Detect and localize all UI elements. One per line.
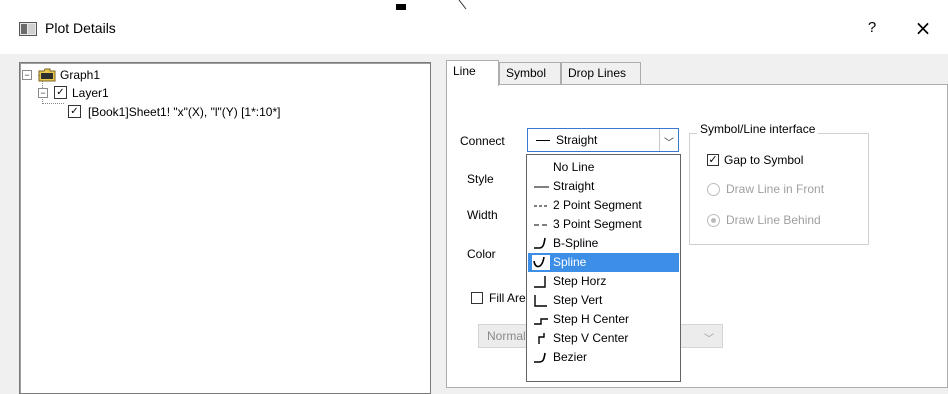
- collapse-icon[interactable]: −: [22, 70, 32, 80]
- gap-to-symbol-checkbox[interactable]: ✓: [707, 154, 719, 166]
- draw-in-front-radio[interactable]: [707, 183, 720, 196]
- option-no-line[interactable]: No Line: [528, 158, 679, 177]
- close-button[interactable]: ×: [910, 16, 936, 40]
- option-b-spline[interactable]: B-Spline: [528, 234, 679, 253]
- option-straight[interactable]: Straight: [528, 177, 679, 196]
- connect-dropdown-list[interactable]: No Line Straight 2 Point Segment 3 Point…: [526, 154, 681, 382]
- plot-details-app-icon: [19, 22, 37, 36]
- option-2-point-segment[interactable]: 2 Point Segment: [528, 196, 679, 215]
- option-label: Step H Center: [553, 312, 630, 326]
- fill-area-checkbox[interactable]: [471, 292, 483, 304]
- gap-to-symbol-label: Gap to Symbol: [724, 153, 804, 167]
- plot-tree[interactable]: − Graph1 − ✓ Layer1 ✓ [Book1]Sheet1! "x"…: [19, 62, 431, 394]
- option-label: Step V Center: [553, 331, 629, 345]
- step-h-center-icon: [534, 318, 548, 325]
- draw-in-front-label: Draw Line in Front: [726, 182, 825, 196]
- option-label: Straight: [553, 179, 595, 193]
- option-step-vert[interactable]: Step Vert: [528, 291, 679, 310]
- connect-select[interactable]: Straight ﹀: [527, 128, 679, 152]
- step-horz-icon: [534, 276, 546, 288]
- fill-mode-value: Normal: [487, 329, 526, 343]
- fill-area-label: Fill Are: [489, 291, 526, 305]
- connect-label: Connect: [460, 134, 505, 148]
- option-step-h-center[interactable]: Step H Center: [528, 310, 679, 329]
- option-step-horz[interactable]: Step Horz: [528, 272, 679, 291]
- connect-select-value: Straight: [556, 133, 598, 147]
- title-bar: [0, 10, 948, 54]
- background-window-strip: [0, 0, 948, 10]
- b-spline-icon: [534, 237, 546, 249]
- tab-line[interactable]: Line: [446, 60, 499, 86]
- tab-drop-lines[interactable]: Drop Lines: [561, 62, 641, 84]
- spline-icon: [532, 255, 550, 270]
- straight-line-icon: [536, 140, 550, 141]
- step-v-center-icon: [538, 333, 545, 344]
- plot-checkbox[interactable]: ✓: [68, 105, 81, 118]
- help-button[interactable]: ?: [860, 16, 884, 40]
- tree-item-graph[interactable]: − Graph1: [20, 67, 420, 83]
- option-bezier[interactable]: Bezier: [528, 348, 679, 367]
- option-label: Spline: [553, 255, 587, 269]
- step-vert-icon: [534, 295, 547, 307]
- option-label: Step Horz: [553, 274, 607, 288]
- style-label: Style: [467, 172, 494, 186]
- tree-label-graph: Graph1: [60, 68, 101, 82]
- option-3-point-segment[interactable]: 3 Point Segment: [528, 215, 679, 234]
- dashed-line-icon: [534, 205, 549, 207]
- group-title: Symbol/Line interface: [697, 121, 819, 137]
- draw-behind-radio[interactable]: [707, 214, 720, 227]
- option-label: B-Spline: [553, 236, 599, 250]
- tree-item-plot[interactable]: ✓ [Book1]Sheet1! "x"(X), "l"(Y) [1*:10*]: [20, 104, 420, 120]
- window-title: Plot Details: [45, 20, 116, 36]
- chevron-down-icon: ﹀: [704, 334, 714, 345]
- tab-symbol[interactable]: Symbol: [499, 62, 561, 84]
- option-label: Step Vert: [553, 293, 603, 307]
- tree-label-plot: [Book1]Sheet1! "x"(X), "l"(Y) [1*:10*]: [88, 105, 281, 119]
- chevron-down-icon: ﹀: [664, 138, 674, 149]
- option-step-v-center[interactable]: Step V Center: [528, 329, 679, 348]
- folder-icon: [38, 68, 56, 82]
- option-label: Bezier: [553, 350, 588, 364]
- tree-label-layer: Layer1: [72, 86, 109, 100]
- option-label: 3 Point Segment: [553, 217, 642, 231]
- bezier-icon: [534, 352, 546, 363]
- collapse-icon[interactable]: −: [38, 88, 48, 98]
- long-dashed-line-icon: [534, 224, 549, 226]
- dropdown-arrow[interactable]: ﹀: [659, 129, 678, 151]
- width-label: Width: [467, 208, 498, 222]
- draw-behind-label: Draw Line Behind: [726, 213, 821, 227]
- tree-item-layer[interactable]: − ✓ Layer1: [20, 85, 420, 101]
- option-label: No Line: [553, 160, 595, 174]
- background-curve: [458, 0, 467, 10]
- option-spline[interactable]: Spline: [528, 253, 679, 272]
- color-label: Color: [467, 247, 496, 261]
- layer-checkbox[interactable]: ✓: [54, 86, 67, 99]
- straight-line-icon: [534, 186, 549, 188]
- option-label: 2 Point Segment: [553, 198, 642, 212]
